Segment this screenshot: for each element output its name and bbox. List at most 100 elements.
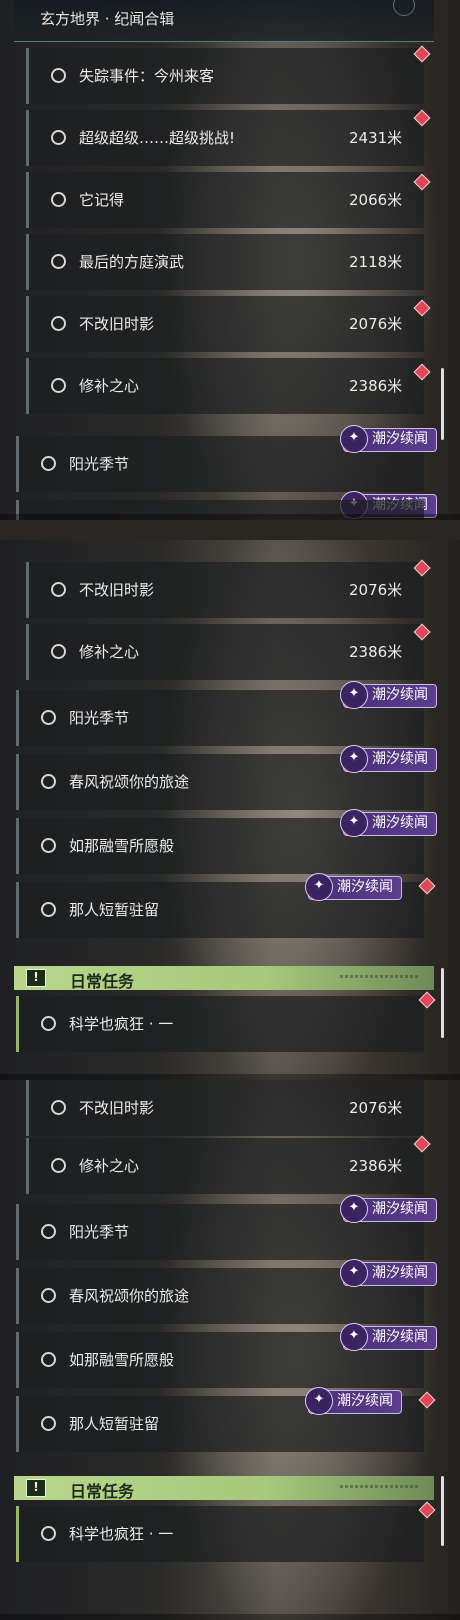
- tide-tag-label: 潮汐续闻: [372, 1265, 428, 1281]
- daily-quest-header[interactable]: ! 日常任务: [14, 966, 434, 991]
- radio-icon: [41, 1016, 56, 1031]
- radio-icon: [51, 1100, 66, 1115]
- quest-distance: 2076米: [349, 1099, 403, 1117]
- quest-label: 不改旧时影: [79, 1099, 155, 1117]
- radio-icon: [51, 378, 66, 393]
- quest-last[interactable]: 最后的方庭演武 2118米: [26, 234, 424, 290]
- tide-tag: ✦ 潮汐续闻: [340, 1323, 437, 1351]
- panel-3: 不改旧时影 2076米 修补之心 2386米 阳光季节 ✦ 潮汐续闻 春风祝颂你…: [0, 1080, 460, 1620]
- tide-tag-icon: ✦: [305, 873, 333, 901]
- quest-science[interactable]: 科学也疯狂 · 一: [16, 1506, 424, 1562]
- quest-unchanged[interactable]: 不改旧时影 2076米: [26, 562, 424, 618]
- exclamation-icon: !: [26, 1479, 46, 1497]
- tide-tag: ✦ 潮汐续闻: [340, 809, 437, 837]
- quest-label: 不改旧时影: [79, 315, 155, 333]
- decorative-fine-text: [340, 975, 420, 978]
- quest-label: 修补之心: [79, 1157, 140, 1175]
- panel-1: 玄方地界 · 纪闻合辑 失踪事件：今州来客 超级超级……超级挑战! 2431米 …: [0, 0, 460, 520]
- quest-distance: 2118米: [349, 253, 403, 271]
- tide-tag: ✦ 潮汐续闻: [340, 1195, 437, 1223]
- quest-distance: 2076米: [349, 315, 403, 333]
- tide-tag-icon: ✦: [340, 809, 368, 837]
- quest-label: 阳光季节: [69, 455, 130, 473]
- radio-icon: [41, 710, 56, 725]
- quest-label: 如那融雪所愿般: [69, 1351, 175, 1369]
- quest-science[interactable]: 科学也疯狂 · 一: [16, 996, 424, 1052]
- quest-label: 失踪事件：今州来客: [79, 67, 215, 85]
- quest-missing[interactable]: 失踪事件：今州来客: [26, 48, 424, 104]
- quest-label: 春风祝颂你的旅途: [69, 1287, 190, 1305]
- quest-unchanged[interactable]: 不改旧时影 2076米: [26, 296, 424, 352]
- tide-tag-label: 潮汐续闻: [337, 1393, 393, 1409]
- tide-tag-icon: ✦: [340, 1259, 368, 1287]
- tide-tag: ✦ 潮汐续闻: [305, 873, 402, 901]
- tide-tag: ✦ 潮汐续闻: [340, 1259, 437, 1287]
- quest-label: 科学也疯狂 · 一: [69, 1015, 174, 1033]
- daily-quest-header[interactable]: ! 日常任务: [14, 1476, 434, 1501]
- tide-tag: ✦ 潮汐续闻: [340, 681, 437, 709]
- quest-label: 最后的方庭演武: [79, 253, 185, 271]
- tide-tag-icon: ✦: [340, 1195, 368, 1223]
- tide-tag-label: 潮汐续闻: [372, 1329, 428, 1345]
- tide-tag-icon: ✦: [340, 745, 368, 773]
- tide-tag-label: 潮汐续闻: [372, 1201, 428, 1217]
- decorative-fine-text: [340, 1485, 420, 1488]
- quest-mend[interactable]: 修补之心 2386米: [26, 1138, 424, 1194]
- daily-quest-title: 日常任务: [70, 972, 135, 991]
- radio-icon: [51, 192, 66, 207]
- quest-label: 修补之心: [79, 377, 140, 395]
- region-title: 玄方地界 · 纪闻合辑: [14, 0, 434, 42]
- radio-icon: [41, 1288, 56, 1303]
- radio-icon: [41, 1416, 56, 1431]
- radio-icon: [51, 130, 66, 145]
- quest-distance: 2386米: [349, 643, 403, 661]
- radio-icon: [41, 774, 56, 789]
- radio-icon: [51, 582, 66, 597]
- quest-label: 阳光季节: [69, 1223, 130, 1241]
- tide-tag-label: 潮汐续闻: [372, 687, 428, 703]
- daily-quest-title: 日常任务: [70, 1482, 135, 1501]
- quest-super[interactable]: 超级超级……超级挑战! 2431米: [26, 110, 424, 166]
- quest-label: 阳光季节: [69, 709, 130, 727]
- quest-distance: 2076米: [349, 581, 403, 599]
- quest-label: 如那融雪所愿般: [69, 837, 175, 855]
- quest-distance: 2386米: [349, 377, 403, 395]
- tide-tag-label: 潮汐续闻: [372, 751, 428, 767]
- quest-distance: 2066米: [349, 191, 403, 209]
- tide-tag: ✦ 潮汐续闻: [305, 1387, 402, 1415]
- scrollbar[interactable]: [441, 1476, 444, 1546]
- quest-label: 修补之心: [79, 643, 140, 661]
- quest-remember[interactable]: 它记得 2066米: [26, 172, 424, 228]
- quest-label: 超级超级……超级挑战!: [79, 129, 236, 147]
- radio-icon: [41, 456, 56, 471]
- radio-icon: [41, 838, 56, 853]
- tide-tag-icon: ✦: [340, 1323, 368, 1351]
- radio-icon: [51, 254, 66, 269]
- quest-mend[interactable]: 修补之心 2386米: [26, 358, 424, 414]
- radio-icon: [41, 1526, 56, 1541]
- quest-label: 那人短暂驻留: [69, 1415, 160, 1433]
- scrollbar[interactable]: [441, 368, 444, 440]
- tide-tag-icon: ✦: [305, 1387, 333, 1415]
- quest-label: 春风祝颂你的旅途: [69, 773, 190, 791]
- radio-icon: [51, 644, 66, 659]
- tide-tag: ✦ 潮汐续闻: [340, 745, 437, 773]
- tide-tag: ✦ 潮汐续闻: [340, 425, 437, 453]
- quest-mend[interactable]: 修补之心 2386米: [26, 624, 424, 680]
- quest-unchanged[interactable]: 不改旧时影 2076米: [26, 1080, 424, 1136]
- tide-tag-icon: ✦: [340, 681, 368, 709]
- tide-tag-icon: ✦: [340, 425, 368, 453]
- quest-distance: 2386米: [349, 1157, 403, 1175]
- tide-tag-label: 潮汐续闻: [337, 879, 393, 895]
- radio-icon: [41, 1352, 56, 1367]
- panel-2: 不改旧时影 2076米 修补之心 2386米 阳光季节 ✦ 潮汐续闻 春风祝颂你…: [0, 540, 460, 1080]
- quest-label: 它记得: [79, 191, 125, 209]
- quest-partial[interactable]: [16, 500, 424, 520]
- quest-distance: 2431米: [349, 129, 403, 147]
- radio-icon: [51, 1158, 66, 1173]
- tide-tag-label: 潮汐续闻: [372, 431, 428, 447]
- radio-icon: [41, 902, 56, 917]
- quest-label: 科学也疯狂 · 一: [69, 1525, 174, 1543]
- scrollbar[interactable]: [441, 968, 444, 1038]
- radio-icon: [51, 316, 66, 331]
